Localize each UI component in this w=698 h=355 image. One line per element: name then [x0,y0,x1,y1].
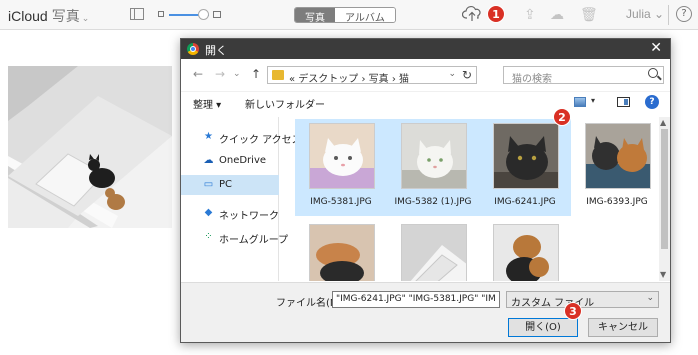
file-list: IMG-5381.JPG IMG-5382 (1).JPG IMG-6241.J… [291,117,659,281]
back-arrow-icon[interactable]: ← [193,67,203,81]
app-switcher[interactable]: iCloud 写真 ⌄ [8,6,89,26]
icloud-toolbar: iCloud 写真 ⌄ 写真 アルバム ⇪ ☁ 🗑 Julia ⌄ ? [0,0,698,30]
close-icon[interactable]: ✕ [650,40,662,56]
forward-arrow-icon[interactable]: → [215,67,225,81]
navigation-pane: ★ クイック アクセス ☁ OneDrive ▭ PC ◆ ネットワーク ⁘ ホ… [181,117,302,281]
tab-albums[interactable]: アルバム [335,8,395,22]
scroll-up-icon[interactable]: ▲ [660,118,666,127]
star-icon: ★ [204,131,213,142]
search-placeholder: 猫の検索 [512,74,552,85]
computer-icon: ▭ [203,179,214,190]
thumbnail [493,123,559,189]
organize-button[interactable]: 整理 ▾ [193,96,221,111]
file-name: IMG-5382 (1).JPG [394,197,472,207]
refresh-icon[interactable]: ↻ [462,68,472,82]
breadcrumb: « デスクトップ › 写真 › 猫 [289,74,410,85]
folder-icon [272,70,284,80]
preview-pane-icon[interactable] [617,97,630,107]
filetype-select[interactable]: カスタム ファイル ⌄ [506,291,659,309]
command-bar: 整理 ▾ 新しいフォルダー ▾ ? [181,91,670,113]
address-bar[interactable]: « デスクトップ › 写真 › 猫 ⌄ ↻ [267,66,477,85]
chevron-down-icon: ⌄ [646,293,654,303]
icloud-brand: iCloud [8,8,48,24]
step-badge-2: 2 [553,108,571,126]
file-name: IMG-6393.JPG [586,197,648,207]
dialog-title: 開く [205,44,227,57]
file-item[interactable]: IMG-5382 (1).JPG [387,119,479,216]
user-menu[interactable]: Julia ⌄ [626,7,664,21]
chevron-down-icon: ⌄ [81,13,90,23]
thumbnail [401,224,467,281]
thumbnail [309,224,375,281]
search-input[interactable]: 猫の検索 [503,66,664,85]
help-button[interactable]: ? [676,6,692,22]
sidebar-toggle-icon[interactable] [130,8,144,20]
download-icon: ☁ [550,7,564,23]
breadcrumb-photos[interactable]: 写真 [369,74,389,85]
cloud-icon: ☁ [203,155,214,166]
address-row: ← → ⌄ ↑ « デスクトップ › 写真 › 猫 ⌄ ↻ 猫の検索 [181,63,670,87]
nav-item-label: クイック アクセス [219,135,302,146]
nav-item-label: ホームグループ [219,235,289,246]
zoom-out-icon [158,11,164,17]
file-item[interactable]: IMG-6241.JPG [479,119,571,216]
scroll-down-icon[interactable]: ▼ [660,270,666,279]
recent-dropdown-icon[interactable]: ⌄ [233,69,241,79]
nav-item-quick-access[interactable]: ★ クイック アクセス [181,127,302,147]
file-item[interactable] [479,220,571,281]
network-icon: ◆ [204,207,213,218]
step-badge-3: 3 [564,302,582,320]
dialog-titlebar[interactable]: 開く ✕ [181,39,670,59]
toolbar-divider [668,5,669,25]
file-item[interactable] [387,220,479,281]
trash-icon: 🗑 [580,7,598,23]
file-name: IMG-5381.JPG [310,197,372,207]
breadcrumb-desktop[interactable]: デスクトップ [298,74,358,85]
file-item[interactable]: IMG-6393.JPG [571,119,659,216]
thumbnail [401,123,467,189]
chrome-icon [187,43,199,55]
zoom-in-icon [213,11,221,18]
address-dropdown-icon[interactable]: ⌄ [448,69,456,79]
file-item[interactable]: IMG-5381.JPG [295,119,387,216]
nav-item-label: OneDrive [219,155,267,166]
user-name: Julia [626,7,651,21]
dialog-footer: ファイル名(N): "IMG-6241.JPG" "IMG-5381.JPG" … [181,282,670,342]
thumbnail [309,123,375,189]
scroll-thumb[interactable] [661,129,668,249]
open-button[interactable]: 開く(O) [508,318,578,337]
share-icon: ⇪ [524,7,536,23]
new-folder-button[interactable]: 新しいフォルダー [245,96,325,111]
upload-icon[interactable] [461,5,482,23]
vertical-scrollbar[interactable]: ▲ ▼ [659,117,670,281]
breadcrumb-cats[interactable]: 猫 [399,74,409,85]
nav-item-label: PC [219,179,233,190]
filetype-value: カスタム ファイル [511,298,595,309]
thumbnail [585,123,651,189]
app-name: 写真 [51,8,80,24]
zoom-knob[interactable] [198,9,209,20]
nav-item-pc[interactable]: ▭ PC [181,175,279,195]
nav-item-onedrive[interactable]: ☁ OneDrive [181,151,279,171]
view-mode-icon[interactable] [574,97,586,107]
open-file-dialog: 開く ✕ ← → ⌄ ↑ « デスクトップ › 写真 › 猫 ⌄ ↻ 猫の検索 … [180,38,671,343]
file-item[interactable] [295,220,387,281]
zoom-slider[interactable] [158,9,222,21]
file-name: IMG-6241.JPG [494,197,556,207]
view-segmented-control: 写真 アルバム [294,7,396,23]
nav-item-homegroup[interactable]: ⁘ ホームグループ [181,227,288,247]
nav-item-label: ネットワーク [219,211,279,222]
up-arrow-icon[interactable]: ↑ [251,67,261,81]
thumbnail [493,224,559,281]
search-icon [648,68,658,78]
tab-photos[interactable]: 写真 [295,8,335,22]
filename-input[interactable]: "IMG-6241.JPG" "IMG-5381.JPG" "IM [332,291,500,308]
view-dropdown-icon[interactable]: ▾ [591,96,595,105]
help-icon[interactable]: ? [645,95,659,109]
homegroup-icon: ⁘ [204,231,213,242]
library-photo[interactable] [8,66,172,228]
cancel-button[interactable]: キャンセル [588,318,658,337]
step-badge-1: 1 [487,5,505,23]
nav-item-network[interactable]: ◆ ネットワーク [181,203,279,223]
